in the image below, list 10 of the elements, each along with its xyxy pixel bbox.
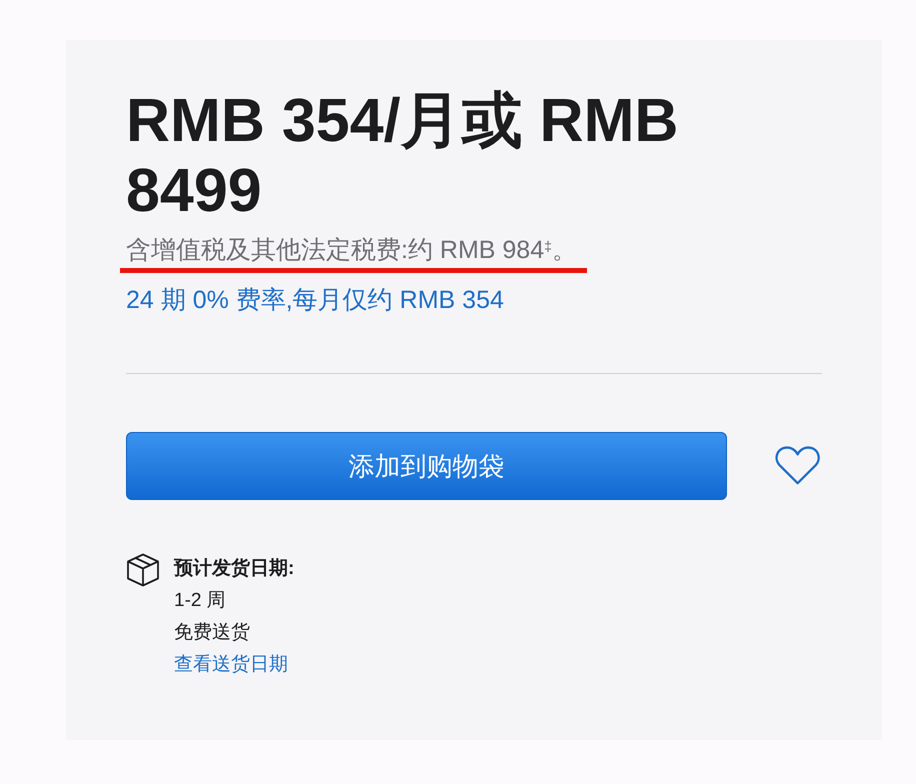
heart-icon[interactable] [774, 445, 822, 487]
box-icon [126, 553, 160, 587]
add-to-bag-button[interactable]: 添加到购物袋 [126, 432, 728, 500]
tax-note: 含增值税及其他法定税费:约 RMB 984$^{‡}$。 [126, 235, 577, 265]
delivery-info: 免费送货 [174, 621, 251, 645]
delivery-heading: 预计发货日期: [174, 557, 294, 581]
delivery-dates-link[interactable]: 查看送货日期 [174, 649, 288, 681]
price-title: RMB 354/月或 RMB 8499 [126, 85, 680, 225]
installment-link[interactable]: 24 期 0% 费率,每月仅约 RMB 354 [126, 285, 504, 315]
delivery-info: 1-2 周 [174, 589, 227, 613]
